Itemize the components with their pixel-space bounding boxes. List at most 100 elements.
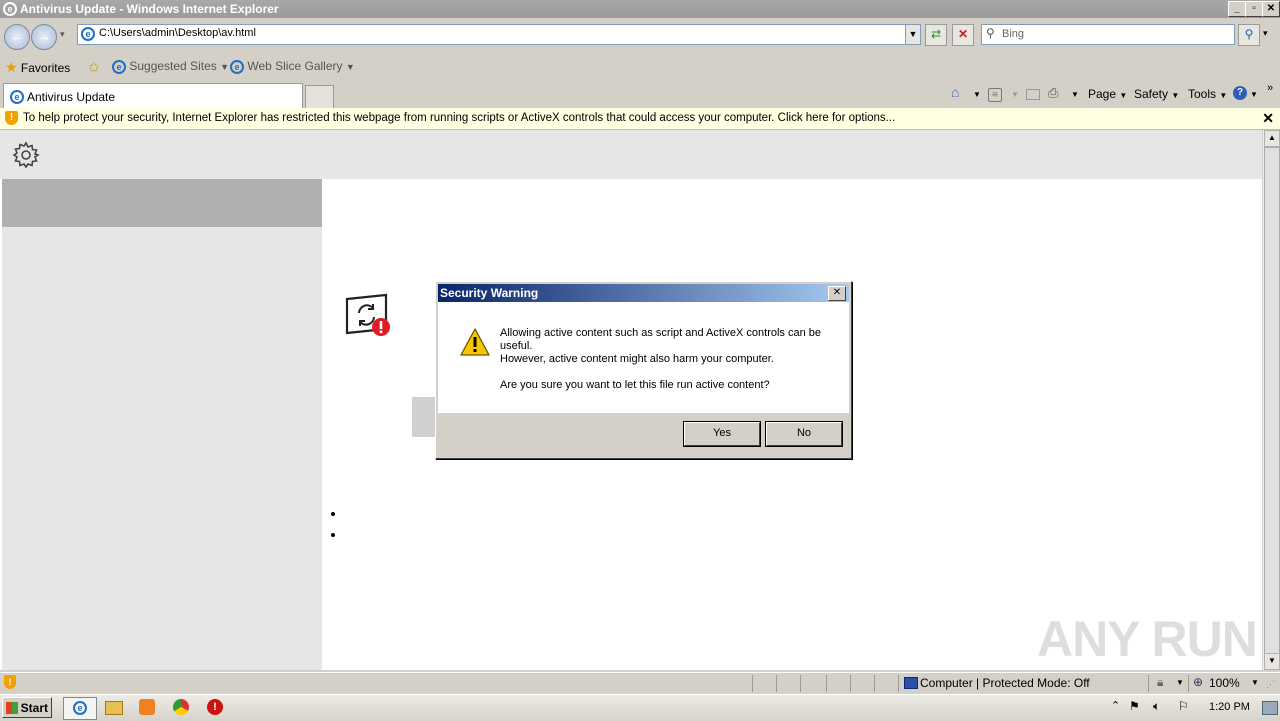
favorites-button[interactable]: ★ Favorites [5,59,70,76]
close-window-button[interactable]: ✕ [1262,1,1280,17]
home-icon[interactable]: ⌂ [951,84,959,100]
restore-button[interactable]: ▫ [1245,1,1263,17]
suggested-sites-label: Suggested Sites [129,59,217,73]
print-chevron-icon[interactable]: ▼ [1071,90,1079,99]
security-zone-text[interactable]: Computer | Protected Mode: Off [920,676,1090,690]
chevron-down-icon: ▼ [345,62,355,72]
tools-menu-label: Tools [1188,87,1217,101]
print-icon[interactable]: ⎙ [1048,85,1058,101]
network-icon[interactable]: ⚐ [1178,699,1189,713]
dialog-title: Security Warning [440,286,539,300]
zoom-icon[interactable]: ⊕ [1193,675,1203,689]
forward-button[interactable]: → [31,24,57,50]
warning-icon [460,328,490,356]
scroll-thumb[interactable] [1264,147,1280,654]
page-icon: e [81,27,95,41]
update-error-icon [345,293,390,336]
dialog-close-button[interactable]: ✕ [828,286,846,301]
window-title-bar[interactable]: e Antivirus Update - Windows Internet Ex… [0,0,1280,18]
show-hidden-icons-icon[interactable]: ⌃ [1111,699,1120,712]
info-bar-close-icon[interactable]: ✕ [1262,110,1274,127]
zoom-level[interactable]: 100% [1209,676,1240,690]
dialog-question: Are you sure you want to let this file r… [500,379,770,391]
add-to-favorites-icon[interactable]: ✩ [88,59,100,76]
dialog-title-bar[interactable]: Security Warning ✕ [438,284,849,302]
dialog-message-line-2: useful. [500,340,533,352]
info-bar-message: To help protect your security, Internet … [23,112,896,124]
antivirus-alert-icon[interactable]: ! [207,699,223,715]
security-warning-dialog: Security Warning ✕ Allowing active conte… [435,281,852,459]
page-menu-label: Page [1088,87,1117,101]
scroll-up-button[interactable]: ▲ [1264,130,1280,147]
list-item [331,512,335,516]
suggested-sites-link[interactable]: e Suggested Sites ▼ [112,59,229,74]
hidden-button[interactable] [412,397,436,437]
tab-label: Antivirus Update [27,90,116,104]
compatibility-view-button[interactable]: ⇄ [925,24,947,46]
explorer-folder-icon[interactable] [105,701,123,715]
ie-page-icon: e [112,59,126,74]
start-button[interactable]: Start [2,697,52,718]
taskbar: Start e ! ⌃ ⚑ 🔈︎ ⚐ 1:20 PM [0,694,1280,721]
search-icon: ⚲ [986,26,995,40]
web-slice-gallery-link[interactable]: e Web Slice Gallery ▼ [230,59,355,74]
security-info-bar[interactable]: ! To help protect your security, Interne… [0,108,1280,130]
computer-zone-icon [904,677,918,689]
scroll-down-button[interactable]: ▼ [1264,653,1280,670]
status-bar: ! Computer | Protected Mode: Off 🔒︎ ▼ ⊕ … [0,672,1280,694]
window-title: Antivirus Update - Windows Internet Expl… [20,2,279,16]
tab-antivirus-update[interactable]: e Antivirus Update [3,83,303,108]
watermark: ANY RUN [1037,611,1258,667]
web-slice-gallery-label: Web Slice Gallery [247,59,343,73]
zoom-chevron-icon[interactable]: ▼ [1251,678,1259,687]
page-menu[interactable]: Page ▼ [1088,87,1127,101]
back-button[interactable]: ← [4,24,30,50]
volume-icon[interactable]: 🔈︎ [1153,699,1160,714]
dialog-body: Allowing active content such as script a… [438,302,849,413]
chrome-icon[interactable] [173,699,189,715]
new-tab-button[interactable] [305,85,334,108]
dialog-message-line-3: However, active content might also harm … [500,353,774,365]
read-mail-icon[interactable] [1026,89,1040,100]
sidebar [2,179,322,670]
help-icon[interactable]: ? [1233,86,1247,100]
no-button[interactable]: No [765,421,843,447]
resize-grip-icon[interactable]: ⋰ [1266,679,1275,690]
safety-menu[interactable]: Safety ▼ [1134,87,1179,101]
star-icon: ★ [5,59,18,75]
dialog-message-line-1: Allowing active content such as script a… [500,327,822,339]
list-item [331,533,335,537]
address-bar[interactable]: e C:\Users\admin\Desktop\av.html ▼ [77,24,921,45]
stop-button[interactable]: ✕ [952,24,974,46]
favorites-bar: ★ Favorites ✩ e Suggested Sites ▼ e Web … [0,55,1280,79]
taskbar-ie-button[interactable]: e [63,697,97,720]
windows-logo-icon [6,702,18,714]
action-center-icon[interactable]: ⚑ [1129,699,1140,713]
vertical-scrollbar[interactable]: ▲ ▼ [1262,130,1280,670]
ie-icon: e [73,701,87,715]
chevron-down-icon: ▼ [1219,91,1228,100]
page-header [0,130,1262,179]
help-chevron-icon[interactable]: ▼ [1250,90,1258,99]
recent-pages-chevron-icon[interactable]: ▾ [60,29,65,40]
home-chevron-icon[interactable]: ▼ [973,90,981,99]
sidebar-header [2,179,322,227]
toolbar-overflow-icon[interactable]: » [1267,82,1273,94]
minimize-button[interactable]: _ [1228,1,1246,17]
search-input[interactable]: ⚲ Bing [981,24,1235,45]
tools-menu[interactable]: Tools ▼ [1188,87,1227,101]
status-shield-icon[interactable]: ! [4,675,16,689]
address-dropdown-button[interactable]: ▼ [905,25,920,44]
yes-button[interactable]: Yes [683,421,761,447]
feeds-chevron-icon[interactable]: ▼ [1011,90,1019,99]
media-player-icon[interactable] [139,699,155,715]
gear-icon[interactable] [12,141,40,169]
chevron-down-icon[interactable]: ▼ [1176,678,1184,687]
feeds-icon[interactable]: ≋ [988,88,1002,102]
protected-mode-lock-icon[interactable]: 🔒︎ [1157,675,1163,690]
search-options-chevron-icon[interactable]: ▾ [1263,28,1268,39]
search-button[interactable]: ⚲ [1238,24,1260,46]
show-desktop-button[interactable] [1262,701,1278,715]
clock[interactable]: 1:20 PM [1209,701,1250,713]
safety-menu-label: Safety [1134,87,1169,101]
